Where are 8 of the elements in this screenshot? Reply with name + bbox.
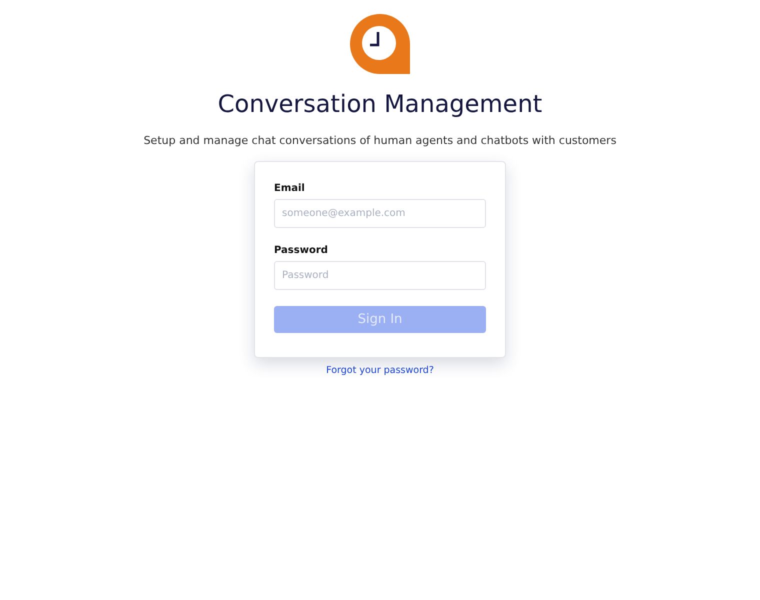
- forgot-password-link[interactable]: Forgot your password?: [326, 365, 434, 376]
- field-label: Email: [274, 182, 305, 195]
- input-field[interactable]: Password: [274, 261, 486, 290]
- clock-logo-icon: [350, 14, 410, 74]
- page-title: Conversation Management: [218, 89, 542, 120]
- page-subtitle: Setup and manage chat conversations of human agents and chatbots with customers: [144, 134, 616, 148]
- field-label: Password: [274, 244, 328, 257]
- input-field[interactable]: someone@example.com: [274, 199, 486, 228]
